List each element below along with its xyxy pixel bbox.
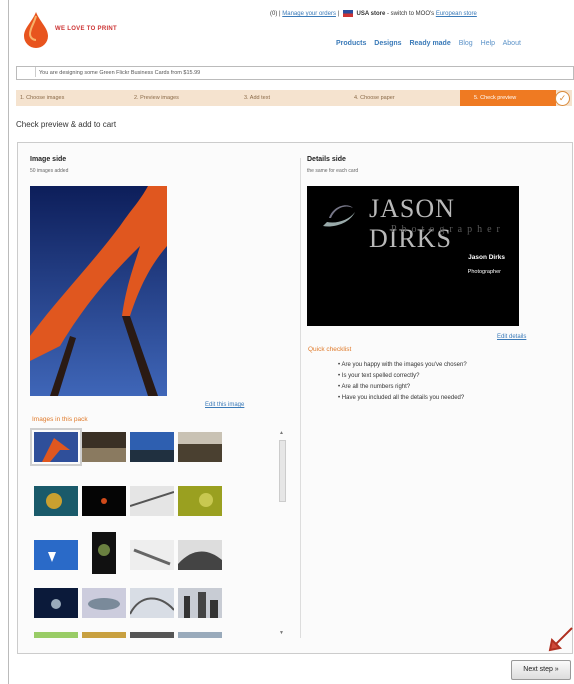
nav-about[interactable]: About bbox=[503, 40, 521, 47]
pack-scrollbar[interactable]: ▲ ▼ bbox=[278, 430, 286, 638]
brand-tagline: WE LOVE TO PRINT bbox=[55, 26, 118, 32]
edit-image-link[interactable]: Edit this image bbox=[205, 402, 244, 408]
card-person-name: Jason Dirks bbox=[468, 254, 505, 261]
usa-flag-icon bbox=[342, 10, 353, 17]
store-label: USA store bbox=[356, 11, 386, 18]
details-side-title: Details side bbox=[307, 156, 346, 163]
pack-thumbnail[interactable] bbox=[82, 486, 126, 516]
checklist: Are you happy with the images you've cho… bbox=[338, 362, 467, 406]
selected-card-image bbox=[30, 186, 167, 396]
switch-text: - switch to MOO's bbox=[387, 11, 435, 18]
pack-thumbnail[interactable] bbox=[34, 540, 78, 570]
image-side-subtitle: 50 images added bbox=[30, 168, 69, 174]
manage-orders-link[interactable]: Manage your orders bbox=[282, 11, 336, 17]
scroll-up-icon[interactable]: ▲ bbox=[279, 430, 284, 436]
step-choose-paper[interactable]: 4. Choose paper bbox=[354, 90, 395, 106]
edit-details-link[interactable]: Edit details bbox=[497, 334, 526, 340]
pack-thumbnail[interactable] bbox=[30, 428, 82, 466]
checklist-item: Are all the numbers right? bbox=[338, 384, 467, 390]
nav-designs[interactable]: Designs bbox=[374, 40, 401, 47]
nav-products[interactable]: Products bbox=[336, 40, 366, 47]
photographer-logo-icon bbox=[323, 205, 355, 227]
pack-thumbnail[interactable] bbox=[82, 432, 126, 462]
european-store-link[interactable]: European store bbox=[436, 11, 477, 17]
step-preview-images[interactable]: 2. Preview images bbox=[134, 90, 179, 106]
progress-steps: 1. Choose images 2. Preview images 3. Ad… bbox=[16, 90, 572, 106]
pack-thumbnail[interactable] bbox=[130, 540, 174, 570]
page-title: Check preview & add to cart bbox=[16, 120, 117, 129]
checklist-item: Is your text spelled correctly? bbox=[338, 373, 467, 379]
pack-thumbnail[interactable] bbox=[82, 588, 126, 618]
nav-help[interactable]: Help bbox=[481, 40, 495, 47]
pack-thumbnail[interactable] bbox=[130, 432, 174, 462]
step-choose-images[interactable]: 1. Choose images bbox=[20, 90, 64, 106]
image-pack-grid bbox=[30, 428, 226, 638]
step-check-preview[interactable]: 5. Check preview bbox=[460, 90, 556, 106]
pack-thumbnail[interactable] bbox=[178, 486, 222, 516]
pack-thumbnail[interactable] bbox=[82, 632, 126, 638]
step-add-text[interactable]: 3. Add text bbox=[244, 90, 270, 106]
pack-thumbnail[interactable] bbox=[178, 588, 222, 618]
pack-thumbnail[interactable] bbox=[178, 540, 222, 570]
top-links: (0) | Manage your orders | USA store - s… bbox=[270, 10, 477, 18]
card-tagline: Photographer bbox=[391, 224, 505, 235]
nav-blog[interactable]: Blog bbox=[459, 40, 473, 47]
arrow-icon bbox=[548, 627, 573, 652]
image-side-title: Image side bbox=[30, 156, 67, 163]
pack-thumbnail[interactable] bbox=[130, 632, 174, 638]
pack-thumbnail[interactable] bbox=[34, 486, 78, 516]
pack-thumbnail[interactable] bbox=[34, 588, 78, 618]
pack-thumbnail[interactable] bbox=[34, 632, 78, 638]
info-bar-text: You are designing some Green Flickr Busi… bbox=[39, 70, 201, 76]
main-nav: Products Designs Ready made Blog Help Ab… bbox=[336, 40, 527, 47]
moo-logo-icon[interactable] bbox=[22, 12, 50, 48]
checklist-item: Have you included all the details you ne… bbox=[338, 395, 467, 401]
next-step-button[interactable]: Next step » bbox=[511, 660, 571, 680]
details-side-subtitle: the same for each card bbox=[307, 168, 359, 174]
pack-thumbnail[interactable] bbox=[130, 588, 174, 618]
checkmark-icon: ✓ bbox=[555, 91, 570, 106]
cart-count[interactable]: (0) bbox=[270, 11, 277, 17]
scrollbar-thumb[interactable] bbox=[279, 440, 286, 502]
pack-thumbnail[interactable] bbox=[130, 486, 174, 516]
checklist-title: Quick checklist bbox=[308, 346, 352, 353]
business-card-preview: JASON DIRKS Photographer Jason Dirks Pho… bbox=[307, 186, 519, 326]
checklist-item: Are you happy with the images you've cho… bbox=[338, 362, 466, 368]
nav-ready-made[interactable]: Ready made bbox=[409, 40, 450, 47]
pack-thumbnail[interactable] bbox=[178, 632, 222, 638]
info-bar-icon bbox=[17, 67, 36, 77]
info-bar: You are designing some Green Flickr Busi… bbox=[16, 66, 574, 80]
panel-divider bbox=[300, 158, 301, 638]
scroll-down-icon[interactable]: ▼ bbox=[279, 630, 284, 636]
pack-thumbnail[interactable] bbox=[82, 532, 126, 574]
card-person-role: Photographer bbox=[467, 269, 501, 275]
pack-thumbnail[interactable] bbox=[178, 432, 222, 462]
pack-title: Images in this pack bbox=[32, 416, 88, 423]
